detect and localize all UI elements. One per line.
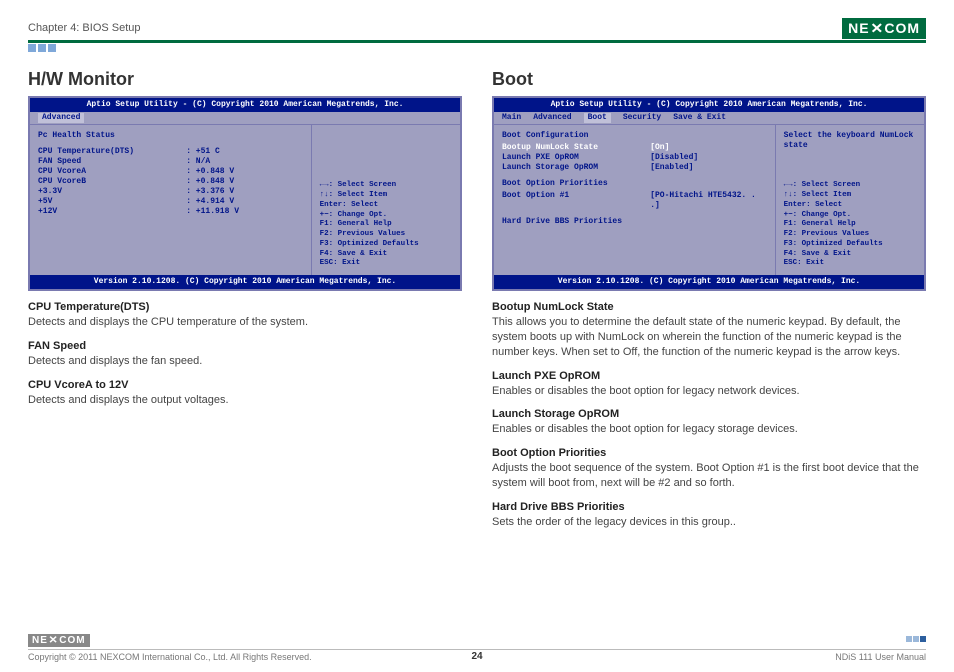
desc-text: Enables or disables the boot option for …	[492, 384, 926, 399]
tab-save-exit[interactable]: Save & Exit	[673, 113, 726, 123]
row-k[interactable]: Boot Option #1	[502, 191, 650, 211]
tab-advanced[interactable]: Advanced	[533, 113, 571, 123]
desc-text: Sets the order of the legacy devices in …	[492, 515, 926, 530]
desc-heading: Launch Storage OpROM	[492, 408, 926, 420]
row-v: : +0.848 V	[186, 167, 302, 177]
desc-text: Detects and displays the fan speed.	[28, 354, 462, 369]
row-k: FAN Speed	[38, 157, 186, 167]
bios-help: ←→: Select Screen ↑↓: Select Item Enter:…	[320, 181, 452, 269]
row-v: : +4.914 V	[186, 197, 302, 207]
row-v: : +51 C	[186, 147, 302, 157]
row-k: CPU VcoreB	[38, 177, 186, 187]
bios-titlebar: Aptio Setup Utility - (C) Copyright 2010…	[30, 98, 460, 112]
bios-context-help: Select the keyboard NumLock state	[784, 131, 916, 151]
page-number: 24	[471, 651, 482, 662]
row-v[interactable]: [On]	[650, 143, 766, 153]
chapter-label: Chapter 4: BIOS Setup	[28, 22, 141, 34]
pc-health-header: Pc Health Status	[38, 131, 303, 141]
row-v[interactable]: [PO-Hitachi HTE5432. . .]	[650, 191, 766, 211]
desc-text: Adjusts the boot sequence of the system.…	[492, 461, 926, 491]
boot-prio-header: Boot Option Priorities	[502, 179, 767, 189]
bios-tabs: Main Advanced Boot Security Save & Exit	[494, 112, 924, 125]
brand-logo: NE✕COM	[842, 18, 926, 38]
header-rule	[28, 40, 926, 43]
row-k: +12V	[38, 207, 186, 217]
tab-main[interactable]: Main	[502, 113, 521, 123]
row-v[interactable]: [Enabled]	[650, 163, 766, 173]
desc-text: This allows you to determine the default…	[492, 315, 926, 360]
desc-text: Detects and displays the output voltages…	[28, 393, 462, 408]
copyright-text: Copyright © 2011 NEXCOM International Co…	[28, 652, 312, 662]
bbs-link[interactable]: Hard Drive BBS Priorities	[502, 217, 767, 227]
tab-boot[interactable]: Boot	[584, 113, 611, 123]
row-v: : +0.848 V	[186, 177, 302, 187]
boot-bios-window: Aptio Setup Utility - (C) Copyright 2010…	[492, 96, 926, 291]
desc-text: Enables or disables the boot option for …	[492, 422, 926, 437]
row-k: +5V	[38, 197, 186, 207]
boot-config-header: Boot Configuration	[502, 131, 767, 141]
desc-heading: CPU VcoreA to 12V	[28, 379, 462, 391]
row-k: CPU VcoreA	[38, 167, 186, 177]
row-k[interactable]: Launch Storage OpROM	[502, 163, 650, 173]
desc-heading: Launch PXE OpROM	[492, 370, 926, 382]
row-v: : +3.376 V	[186, 187, 302, 197]
row-k[interactable]: Bootup NumLock State	[502, 143, 650, 153]
desc-heading: Boot Option Priorities	[492, 447, 926, 459]
row-v[interactable]: [Disabled]	[650, 153, 766, 163]
desc-heading: Hard Drive BBS Priorities	[492, 501, 926, 513]
boot-title: Boot	[492, 69, 926, 90]
bios-titlebar: Aptio Setup Utility - (C) Copyright 2010…	[494, 98, 924, 112]
row-v: : N/A	[186, 157, 302, 167]
desc-text: Detects and displays the CPU temperature…	[28, 315, 462, 330]
row-k: +3.3V	[38, 187, 186, 197]
tab-security[interactable]: Security	[623, 113, 661, 123]
hw-monitor-title: H/W Monitor	[28, 69, 462, 90]
bios-footer: Version 2.10.1208. (C) Copyright 2010 Am…	[494, 275, 924, 289]
row-k: CPU Temperature(DTS)	[38, 147, 186, 157]
footer-logo: NE✕COM	[28, 634, 926, 647]
bios-footer: Version 2.10.1208. (C) Copyright 2010 Am…	[30, 275, 460, 289]
row-v: : +11.918 V	[186, 207, 302, 217]
header-accent-squares	[28, 44, 56, 52]
desc-heading: FAN Speed	[28, 340, 462, 352]
desc-heading: CPU Temperature(DTS)	[28, 301, 462, 313]
bios-tabs: Advanced	[30, 112, 460, 125]
bios-help: ←→: Select Screen ↑↓: Select Item Enter:…	[784, 181, 916, 269]
manual-name: NDiS 111 User Manual	[835, 652, 926, 662]
hw-bios-window: Aptio Setup Utility - (C) Copyright 2010…	[28, 96, 462, 291]
desc-heading: Bootup NumLock State	[492, 301, 926, 313]
row-k[interactable]: Launch PXE OpROM	[502, 153, 650, 163]
tab-advanced[interactable]: Advanced	[38, 113, 84, 123]
